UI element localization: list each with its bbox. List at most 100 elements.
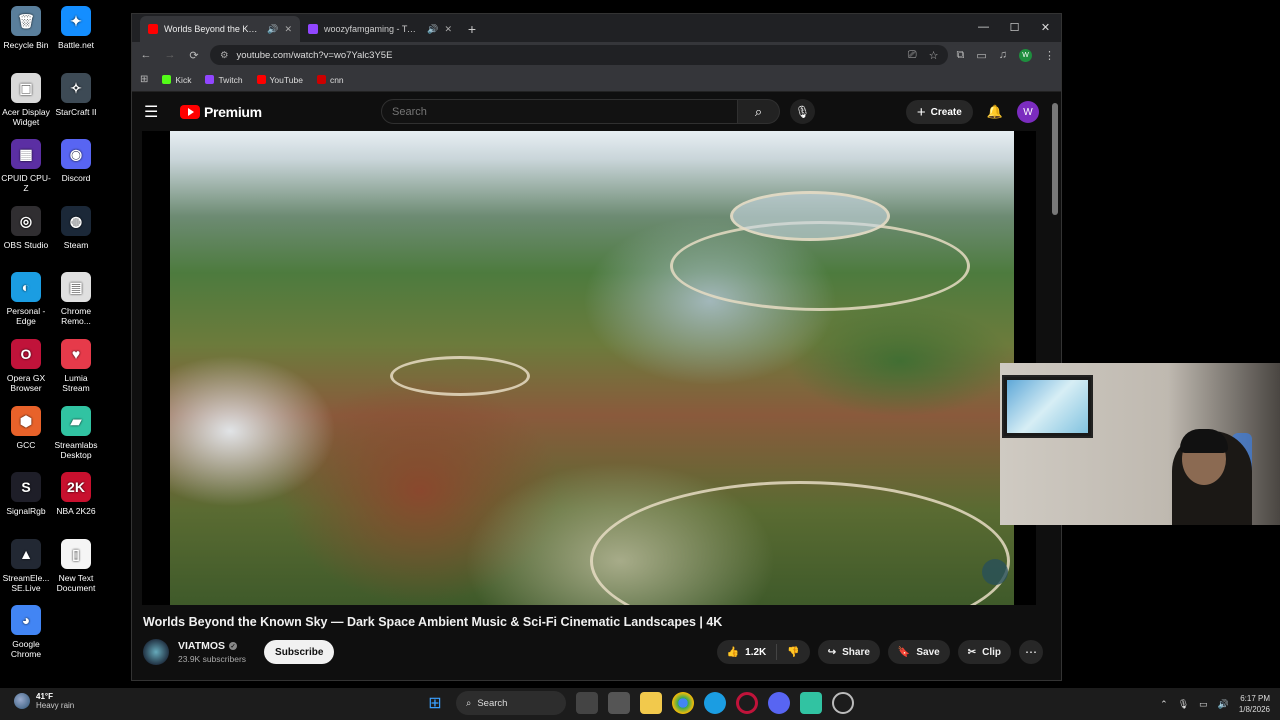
new-tab-button[interactable]: + (460, 16, 484, 42)
clip-button[interactable]: ✂ Clip (957, 640, 1011, 664)
file-explorer-icon[interactable] (640, 692, 662, 714)
desktop-icon[interactable]: ▯ New Text Document (51, 538, 101, 593)
desktop-icon[interactable]: ▣ Acer Display Widget (1, 72, 51, 127)
close-window-button[interactable]: ✕ (1030, 14, 1061, 40)
task-view-icon[interactable] (576, 692, 598, 714)
desktop-icon-label: Chrome Remo... (60, 306, 92, 327)
desktop-icon[interactable]: ▰ Streamlabs Desktop (51, 405, 101, 460)
streamlabs-icon[interactable] (800, 692, 822, 714)
forward-button[interactable]: → (162, 49, 178, 61)
channel-avatar[interactable] (143, 639, 169, 665)
desktop-icon-label: New Text Document (56, 572, 96, 593)
desktop-icon[interactable]: 🗑 Recycle Bin (1, 6, 51, 50)
search-icon: ⌕ (466, 697, 472, 709)
account-avatar[interactable]: W (1017, 101, 1039, 123)
extensions-icon[interactable]: ⧉ (956, 49, 964, 62)
address-bar[interactable]: ⚙ youtube.com/watch?v=wo7Yalc3Y5E ⎚ ☆ (210, 45, 949, 65)
split-view-icon[interactable]: ▭ (976, 49, 986, 62)
video-frame[interactable] (170, 131, 1014, 605)
bookmark-star-icon[interactable]: ☆ (929, 49, 939, 62)
back-button[interactable]: ← (138, 49, 154, 61)
close-tab-icon[interactable]: ✕ (284, 24, 292, 35)
share-button[interactable]: ↪ Share (817, 640, 880, 664)
bookmark-youtube[interactable]: YouTube (256, 75, 303, 85)
youtube-header: ☰ Premium ⌕ 🎙 + Create 🔔 W (132, 93, 1051, 131)
save-label: Save (916, 646, 940, 658)
notifications-bell-icon[interactable]: 🔔 (987, 104, 1003, 120)
desktop-icon[interactable]: ♥ Lumia Stream (51, 339, 101, 393)
desktop-icon[interactable]: ◉ Discord (51, 139, 101, 183)
bookmark-cnn[interactable]: cnn (316, 75, 344, 85)
desktop-icon[interactable]: O Opera GX Browser (1, 339, 51, 393)
apps-grid-icon[interactable]: ⊞ (140, 74, 148, 85)
audio-icon[interactable]: 🔊 (427, 24, 438, 35)
desktop-icon[interactable]: ▲ StreamEle... SE.Live (1, 538, 51, 593)
microphone-tray-icon[interactable]: 🎙 (1178, 699, 1189, 710)
close-tab-icon[interactable]: ✕ (444, 24, 452, 35)
voice-search-button[interactable]: 🎙 (790, 99, 815, 124)
save-button[interactable]: 🔖 Save (887, 640, 950, 664)
tray-overflow-chevron-icon[interactable]: ⌃ (1160, 699, 1168, 710)
video-scene-shape (590, 481, 1010, 605)
search-input[interactable] (381, 99, 738, 124)
desktop-icon[interactable]: ◐ Personal - Edge (1, 272, 51, 326)
profile-avatar[interactable]: W (1019, 48, 1032, 62)
channel-watermark-icon[interactable] (982, 559, 1008, 585)
site-info-icon[interactable]: ⚙ (220, 50, 229, 61)
weather-widget[interactable]: 41°F Heavy rain (14, 692, 74, 710)
app-icon: S (11, 472, 41, 503)
search-button[interactable]: ⌕ (738, 99, 780, 124)
cast-icon[interactable]: ⎚ (908, 49, 917, 62)
bookmark-kick[interactable]: Kick (162, 75, 191, 85)
dislike-button[interactable]: 👎 (777, 640, 809, 664)
lumia-stream-icon[interactable] (832, 692, 854, 714)
media-control-icon[interactable]: ♫ (999, 49, 1007, 61)
desktop-icon-label: GCC (16, 439, 36, 450)
app-icon: ▰ (61, 405, 91, 436)
desktop-icon[interactable]: ▦ CPUID CPU-Z (1, 139, 51, 193)
maximize-button[interactable]: ☐ (999, 14, 1030, 40)
desktop-icon[interactable]: ◍ Steam (51, 205, 101, 250)
scrollbar-thumb[interactable] (1052, 103, 1058, 215)
menu-kebab-icon[interactable]: ⋮ (1044, 49, 1055, 62)
reload-button[interactable]: ⟳ (186, 49, 202, 62)
clock[interactable]: 6:17 PM 1/8/2026 (1239, 693, 1270, 715)
date: 1/8/2026 (1238, 705, 1270, 714)
video-player[interactable] (142, 131, 1036, 605)
edge-icon[interactable] (704, 692, 726, 714)
minimize-button[interactable]: — (968, 14, 999, 40)
bookmark-twitch[interactable]: Twitch (205, 75, 243, 85)
windows-start-icon[interactable]: ⊞ (424, 692, 446, 714)
desktop-icon[interactable]: S SignalRgb (1, 472, 51, 516)
app-icon: ◍ (61, 205, 91, 236)
desktop-icon[interactable]: ✧ StarCraft II (51, 72, 101, 117)
subscribe-button[interactable]: Subscribe (264, 640, 335, 664)
taskbar-search[interactable]: ⌕ Search (456, 691, 566, 715)
desktop-icon[interactable]: ⬢ GCC (1, 405, 51, 450)
volume-icon[interactable]: 🔊 (1218, 699, 1229, 710)
widgets-icon[interactable] (608, 692, 630, 714)
desktop-icon[interactable]: ▤ Chrome Remo... (51, 272, 101, 326)
scissors-icon: ✂ (967, 646, 977, 658)
video-actions: 👍 1.2K 👎 ↪ Share 🔖 Save ✂ Clip ⋯ (716, 640, 1043, 664)
youtube-logo[interactable]: Premium (180, 104, 262, 120)
tab-twitch[interactable]: woozyfamgaming - Twitch 🔊 ✕ (300, 16, 460, 42)
desktop-icon-label: StarCraft II (55, 106, 97, 117)
youtube-icon (256, 75, 266, 84)
desktop-icon[interactable]: ◕ Google Chrome (1, 605, 51, 659)
clip-label: Clip (982, 646, 1001, 658)
network-icon[interactable]: ▭ (1199, 699, 1208, 710)
desktop-icon[interactable]: 2K NBA 2K26 (51, 472, 101, 516)
chrome-icon[interactable] (672, 692, 694, 714)
opera-gx-icon[interactable] (736, 692, 758, 714)
audio-icon[interactable]: 🔊 (267, 24, 278, 35)
channel-name[interactable]: VIATMOS ✓ (178, 640, 246, 652)
tab-youtube[interactable]: Worlds Beyond the Known 🔊 ✕ (140, 16, 300, 42)
more-actions-button[interactable]: ⋯ (1019, 640, 1043, 664)
desktop-icon[interactable]: ◎ OBS Studio (1, 205, 51, 250)
create-button[interactable]: + Create (905, 100, 973, 124)
hamburger-menu-icon[interactable]: ☰ (144, 102, 168, 122)
desktop-icon[interactable]: ✦ Battle.net (51, 6, 101, 50)
like-button[interactable]: 👍 1.2K (717, 640, 777, 664)
discord-icon[interactable] (768, 692, 790, 714)
